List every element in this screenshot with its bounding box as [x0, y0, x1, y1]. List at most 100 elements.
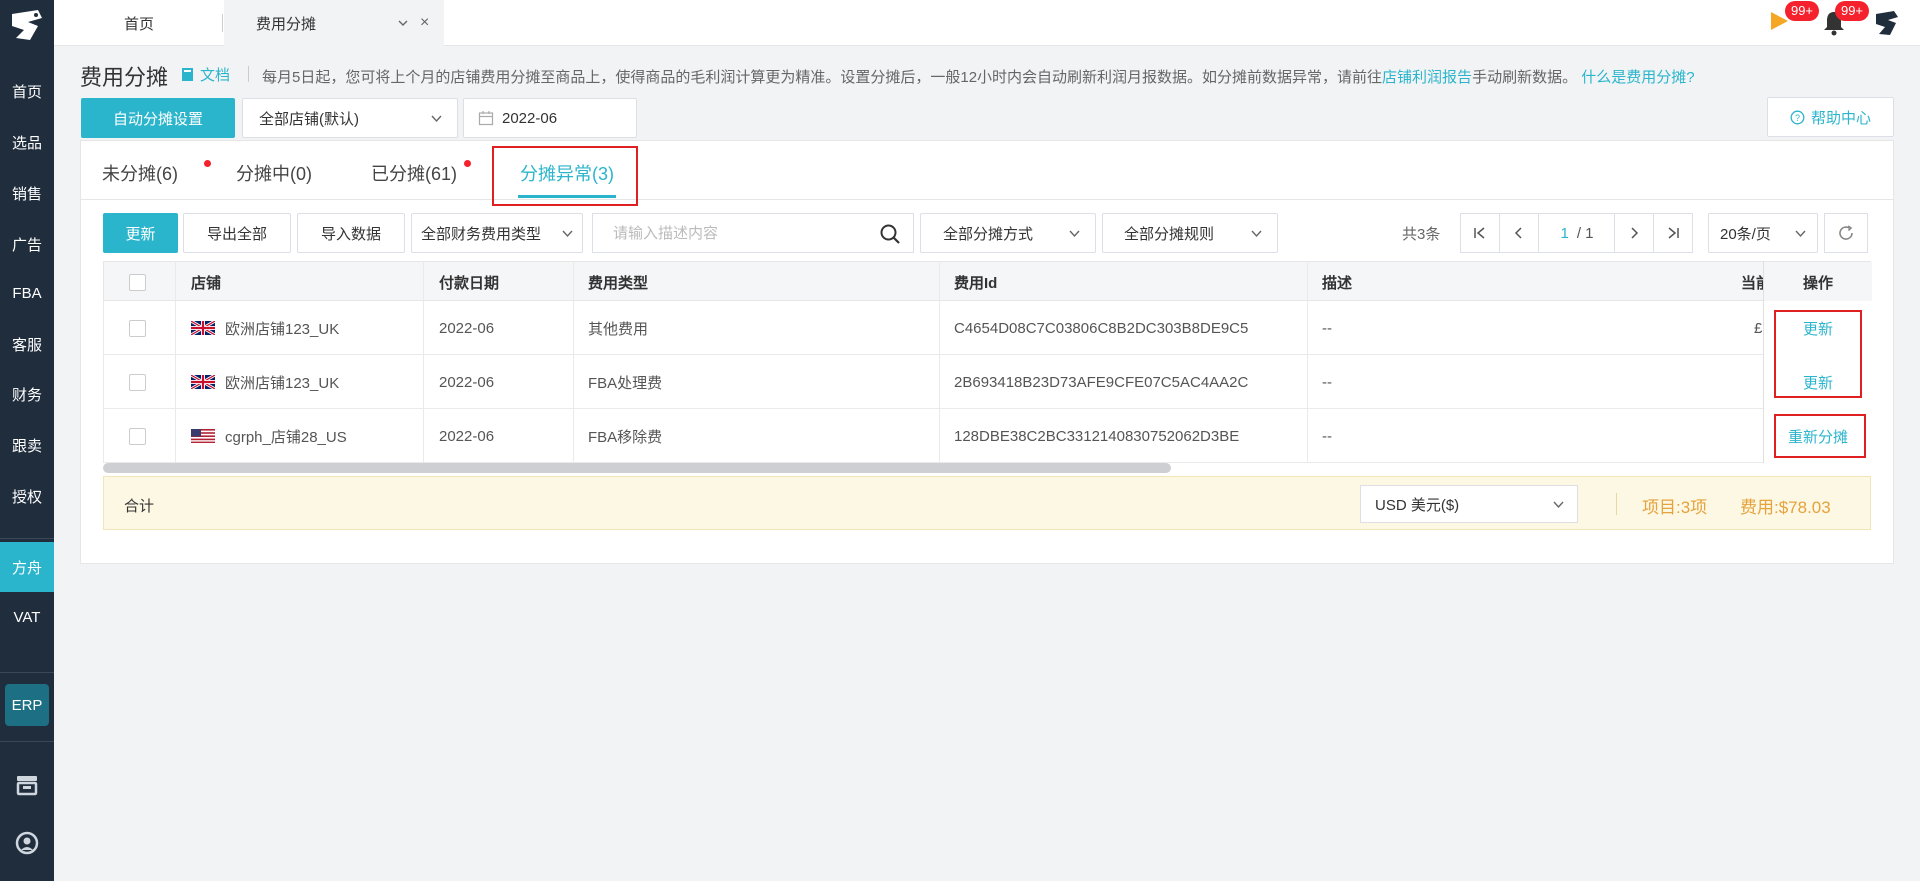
notice-prefix: 每月5日起，您可将上个月的店铺费用分摊至商品上，使得商品的毛利润计算更为精准。设… [262, 69, 1383, 86]
sidebar-item-erp[interactable]: ERP [5, 684, 49, 726]
tab-separator [222, 14, 223, 32]
logo-icon [12, 10, 42, 40]
import-data-button[interactable]: 导入数据 [297, 213, 405, 253]
allocation-rule-select[interactable]: 全部分摊规则 [1102, 213, 1278, 253]
fee-type-value: 全部财务费用类型 [421, 225, 542, 243]
sidebar: 首页 选品 销售 广告 FBA 客服 财务 跟卖 授权 方舟 VAT ERP [0, 0, 54, 881]
allocation-method-select[interactable]: 全部分摊方式 [920, 213, 1096, 253]
column-divider [939, 261, 940, 463]
new-dot [464, 160, 471, 167]
column-divider [175, 261, 176, 463]
sidebar-item-service[interactable]: 客服 [0, 319, 54, 369]
sidebar-item-finance[interactable]: 财务 [0, 369, 54, 419]
top-tab-bar: 首页 费用分摊 × 99+ 99+ [54, 0, 1920, 46]
store-name: 欧洲店铺123_UK [225, 374, 340, 392]
store-icon[interactable] [14, 772, 40, 798]
total-pages: / 1 [1576, 224, 1594, 242]
chevron-down-icon [1251, 230, 1262, 238]
prev-page-button[interactable] [1499, 213, 1539, 253]
status-tabs: 未分摊(6) 分摊中(0) 已分摊(61) 分摊异常(3) [80, 146, 1894, 200]
row-checkbox[interactable] [129, 373, 146, 391]
refresh-button[interactable] [1824, 213, 1868, 253]
next-page-button[interactable] [1614, 213, 1654, 253]
us-flag-icon [191, 429, 215, 443]
flag-badge: 99+ [1785, 1, 1819, 21]
highlight-box [1774, 414, 1866, 458]
search-icon[interactable] [879, 223, 901, 245]
row-checkbox[interactable] [129, 427, 146, 445]
page-size-select[interactable]: 20条/页 [1708, 213, 1818, 253]
col-action: 操作 [1764, 262, 1872, 302]
doc-link[interactable]: 文档 [180, 64, 230, 85]
search-input[interactable] [613, 224, 873, 242]
sidebar-item-ark[interactable]: 方舟 [0, 542, 54, 592]
tab-allocated[interactable]: 已分摊(61) [371, 146, 471, 200]
store-cell: 欧洲店铺123_UK [191, 301, 339, 355]
auto-allocation-setting-button[interactable]: 自动分摊设置 [81, 98, 235, 138]
sidebar-item-sales[interactable]: 销售 [0, 168, 54, 218]
sidebar-item-fba[interactable]: FBA [0, 268, 54, 318]
sidebar-item-ads[interactable]: 广告 [0, 219, 54, 269]
sidebar-item-selection[interactable]: 选品 [0, 117, 54, 167]
uk-flag-icon [191, 321, 215, 335]
what-is-allocation-link[interactable]: 什么是费用分摊? [1581, 69, 1694, 86]
fee-id-cell: 2B693418B23D73AFE9CFE07C5AC4AA2C [954, 373, 1249, 391]
sidebar-item-auth[interactable]: 授权 [0, 471, 54, 521]
fee-id-cell: 128DBE38C2BC3312140830752062D3BE [954, 427, 1240, 445]
month-picker[interactable]: 2022-06 [463, 98, 637, 138]
help-center-label: 帮助中心 [1810, 109, 1871, 127]
summary-item-count: 项目:3项 [1642, 498, 1708, 517]
fee-type-select[interactable]: 全部财务费用类型 [411, 213, 583, 253]
pay-date-cell: 2022-06 [439, 319, 495, 337]
select-all-checkbox[interactable] [129, 273, 146, 291]
row-checkbox-cell [129, 301, 146, 355]
close-icon[interactable]: × [420, 14, 429, 32]
export-all-button[interactable]: 导出全部 [183, 213, 291, 253]
allocation-rule-value: 全部分摊规则 [1124, 225, 1215, 243]
tab-fee-allocation[interactable]: 费用分摊 × [224, 0, 444, 46]
tab-home[interactable]: 首页 [54, 0, 224, 46]
page-title: 费用分摊 [80, 65, 169, 90]
page-indicator: 1 / 1 [1538, 213, 1616, 253]
avatar[interactable] [1872, 8, 1902, 38]
column-divider [423, 261, 424, 463]
store-select[interactable]: 全部店铺(默认) [242, 98, 458, 138]
support-icon[interactable] [14, 830, 40, 856]
horizontal-scrollbar[interactable] [103, 463, 1171, 473]
sidebar-item-follow[interactable]: 跟卖 [0, 420, 54, 470]
column-divider [1763, 261, 1764, 463]
chevron-right-icon [1631, 227, 1639, 239]
row-checkbox[interactable] [129, 319, 146, 337]
highlight-box [1774, 310, 1862, 398]
help-center-button[interactable]: ? 帮助中心 [1767, 97, 1894, 137]
tab-allocating[interactable]: 分摊中(0) [236, 146, 312, 200]
last-page-button[interactable] [1653, 213, 1693, 253]
total-count: 共3条 [1402, 226, 1441, 243]
book-icon [182, 68, 193, 81]
chevron-down-icon [1069, 230, 1080, 238]
profit-report-link[interactable]: 店铺利润报告 [1382, 69, 1472, 86]
first-page-button[interactable] [1460, 213, 1500, 253]
col-description: 描述 [1322, 274, 1353, 292]
summary-fee-total: 费用:$78.03 [1740, 498, 1831, 517]
row-checkbox-cell [129, 355, 146, 409]
current-page[interactable]: 1 [1560, 225, 1568, 242]
last-page-icon [1668, 227, 1679, 239]
tab-label: 未分摊(6) [102, 164, 178, 184]
table-header: 店铺 付款日期 费用类型 费用Id 描述 当前 操作 [103, 261, 1872, 302]
chevron-down-icon[interactable] [397, 17, 409, 29]
tab-unallocated[interactable]: 未分摊(6) [102, 146, 211, 200]
currency-value: USD 美元($) [1375, 496, 1460, 514]
table-row: 欧洲店铺123_UK 2022-06 FBA处理费 2B693418B23D73… [103, 355, 1872, 409]
highlight-box [492, 146, 638, 206]
sidebar-item-home[interactable]: 首页 [0, 66, 54, 116]
currency-select[interactable]: USD 美元($) [1360, 485, 1578, 523]
bell-badge: 99+ [1835, 1, 1869, 21]
doc-link-label: 文档 [200, 67, 231, 84]
sidebar-item-vat[interactable]: VAT [0, 592, 54, 642]
page-size-value: 20条/页 [1720, 225, 1771, 243]
search-field[interactable] [592, 213, 914, 253]
update-button[interactable]: 更新 [103, 213, 178, 253]
help-icon: ? [1790, 110, 1805, 124]
tab-label: 已分摊(61) [371, 164, 458, 184]
